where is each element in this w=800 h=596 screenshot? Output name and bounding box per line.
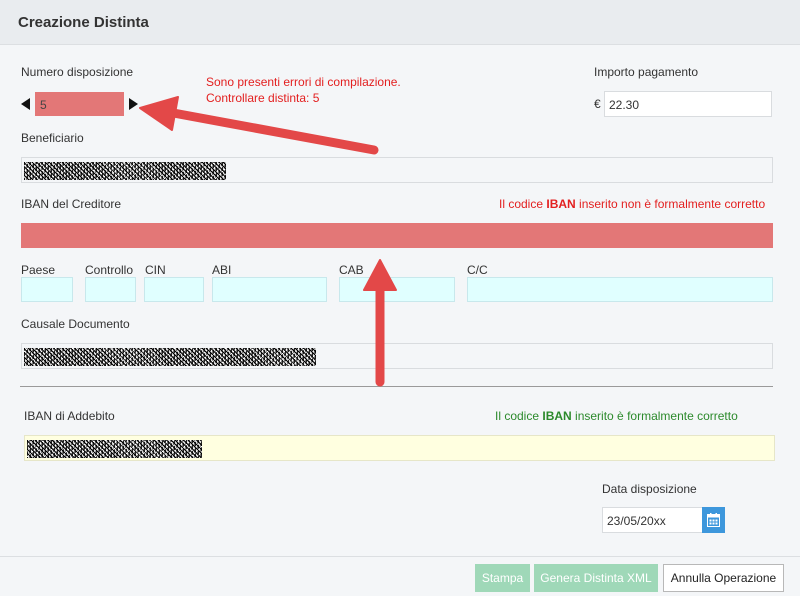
redacted-beneficiario bbox=[24, 162, 226, 180]
dialog-header: Creazione Distinta bbox=[0, 0, 800, 45]
compilation-error-message: Sono presenti errori di compilazione. Co… bbox=[206, 75, 401, 105]
importo-pagamento-label: Importo pagamento bbox=[594, 65, 699, 79]
abi-input[interactable] bbox=[212, 277, 327, 302]
cin-input[interactable] bbox=[144, 277, 204, 302]
data-disposizione-label: Data disposizione bbox=[602, 482, 697, 496]
numero-disposizione-input[interactable]: 5 bbox=[35, 92, 124, 116]
next-arrow-icon[interactable] bbox=[129, 98, 138, 110]
causale-documento-label: Causale Documento bbox=[21, 317, 130, 331]
cc-input[interactable] bbox=[467, 277, 773, 302]
section-divider bbox=[20, 386, 773, 387]
paese-label: Paese bbox=[21, 263, 56, 277]
controllo-label: Controllo bbox=[85, 263, 134, 277]
cin-label: CIN bbox=[145, 263, 166, 277]
genera-distinta-xml-button[interactable]: Genera Distinta XML bbox=[534, 564, 658, 592]
arrow-to-numero bbox=[163, 107, 379, 155]
cab-label: CAB bbox=[339, 263, 364, 277]
beneficiario-label: Beneficiario bbox=[21, 131, 84, 145]
iban-addebito-label: IBAN di Addebito bbox=[24, 409, 115, 423]
previous-arrow-icon[interactable] bbox=[21, 98, 30, 110]
calendar-icon bbox=[707, 513, 720, 527]
numero-disposizione-label: Numero disposizione bbox=[21, 65, 134, 79]
paese-input[interactable] bbox=[21, 277, 73, 302]
arrow-head-left bbox=[139, 96, 179, 131]
annulla-operazione-button[interactable]: Annulla Operazione bbox=[663, 564, 784, 592]
calendar-button[interactable] bbox=[702, 507, 725, 533]
cab-input[interactable] bbox=[339, 277, 455, 302]
redacted-causale bbox=[24, 348, 316, 366]
abi-label: ABI bbox=[212, 263, 232, 277]
iban-creditore-error: Il codice IBAN inserito non è formalment… bbox=[499, 197, 766, 211]
iban-creditore-input[interactable] bbox=[21, 223, 773, 248]
dialog-title: Creazione Distinta bbox=[18, 14, 149, 31]
euro-symbol: € bbox=[594, 97, 601, 111]
cc-label: C/C bbox=[467, 263, 488, 277]
iban-addebito-ok-message: Il codice IBAN inserito è formalmente co… bbox=[495, 409, 738, 423]
data-disposizione-input[interactable]: 23/05/20xx bbox=[602, 507, 703, 533]
redacted-iban-addebito bbox=[27, 440, 202, 458]
causale-documento-input[interactable] bbox=[21, 343, 773, 369]
importo-pagamento-input[interactable]: 22.30 bbox=[604, 91, 772, 117]
controllo-input[interactable] bbox=[85, 277, 136, 302]
beneficiario-input[interactable] bbox=[21, 157, 773, 183]
iban-creditore-label: IBAN del Creditore bbox=[21, 197, 122, 211]
stampa-button[interactable]: Stampa bbox=[475, 564, 530, 592]
iban-addebito-input[interactable] bbox=[24, 435, 775, 461]
